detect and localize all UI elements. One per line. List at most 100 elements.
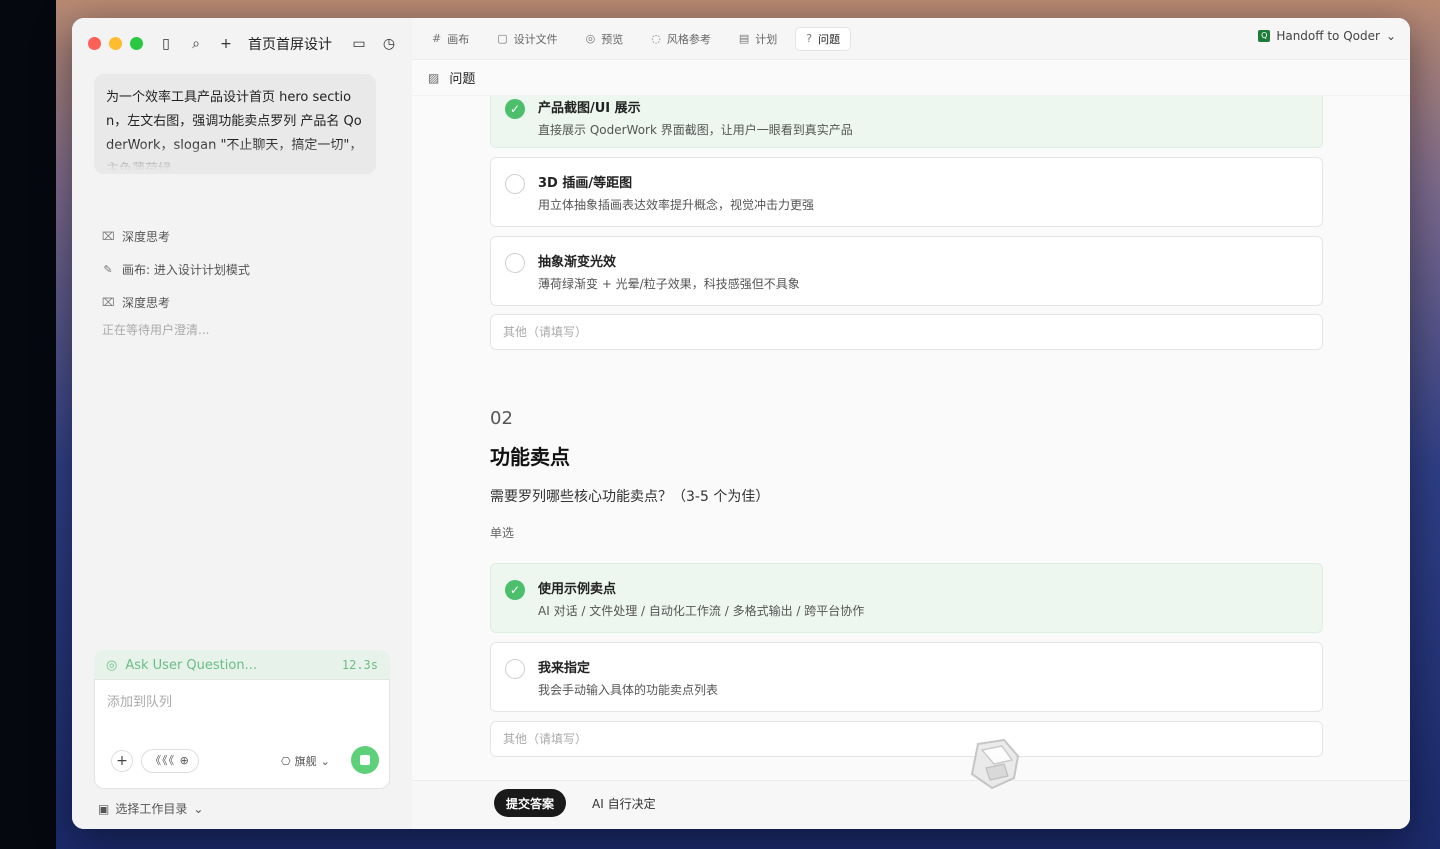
radio-button[interactable] bbox=[505, 253, 525, 273]
user-prompt-text: 为一个效率工具产品设计首页 hero section，左文右图，强调功能卖点罗列… bbox=[106, 90, 363, 174]
queue-input[interactable] bbox=[107, 690, 377, 714]
maximize-window-button[interactable] bbox=[130, 37, 143, 50]
option-title: 使用示例卖点 bbox=[538, 582, 617, 597]
tab-label: 预览 bbox=[601, 32, 624, 46]
step-item[interactable]: ✎ 画布: 进入设计计划模式 bbox=[102, 253, 372, 286]
tab-label: 问题 bbox=[818, 32, 841, 46]
palette-icon: ◌ bbox=[651, 32, 661, 45]
chevron-down-icon: ⌄ bbox=[320, 754, 330, 768]
stop-button[interactable] bbox=[351, 746, 379, 774]
window-controls bbox=[88, 37, 143, 50]
selection-mode: 单选 bbox=[490, 526, 515, 540]
comment-icon: ▨ bbox=[428, 70, 440, 85]
minimize-window-button[interactable] bbox=[109, 37, 122, 50]
book-icon[interactable]: ▭ bbox=[351, 32, 367, 56]
agent-steps: ⌧ 深度思考 ✎ 画布: 进入设计计划模式 ⌧ 深度思考 bbox=[102, 220, 372, 319]
brush-icon: ✎ bbox=[103, 263, 113, 276]
app-window: ▯ ⌕ + 首页首屏设计 ▭ ◷ 为一个效率工具产品设计首页 hero sect… bbox=[72, 18, 1410, 829]
option-desc: 薄荷绿渐变 + 光晕/粒子效果，科技感强但不具象 bbox=[538, 277, 800, 291]
preview-icon: ◎ bbox=[585, 32, 596, 45]
tab-preview[interactable]: ◎ 预览 bbox=[576, 27, 634, 51]
check-icon: ✓ bbox=[505, 580, 525, 600]
radio-button[interactable] bbox=[505, 659, 525, 679]
question-number: 02 bbox=[490, 408, 513, 429]
option-title: 抽象渐变光效 bbox=[538, 255, 617, 270]
tab-canvas[interactable]: # 画布 bbox=[422, 27, 479, 51]
step-item[interactable]: ⌧ 深度思考 bbox=[102, 286, 372, 319]
thinking-icon: ⌧ bbox=[102, 296, 115, 309]
option-title: 我来指定 bbox=[538, 661, 591, 676]
model-icon: ⎔ bbox=[281, 754, 291, 768]
question-title: 功能卖点 bbox=[490, 445, 570, 469]
new-chat-icon[interactable]: + bbox=[218, 32, 234, 56]
tab-bar: # 画布 ▢ 设计文件 ◎ 预览 ◌ 风格参考 ▤ 计划 ? 问题 Q Handoff to… bbox=[412, 18, 1410, 60]
tab-label: 画布 bbox=[447, 32, 470, 46]
other-input[interactable] bbox=[490, 314, 1323, 350]
option-title: 3D 插画/等距图 bbox=[538, 176, 633, 191]
questions-content: ✓ 产品截图/UI 展示 直接展示 QoderWork 界面截图，让用户一眼看到… bbox=[412, 96, 1410, 780]
question-icon: ? bbox=[806, 32, 813, 45]
cursor-icon bbox=[970, 738, 1020, 790]
submit-answers-button[interactable]: 提交答案 bbox=[494, 789, 567, 817]
ai-decide-button[interactable]: AI 自行决定 bbox=[584, 789, 664, 817]
main-panel: # 画布 ▢ 设计文件 ◎ 预览 ◌ 风格参考 ▤ 计划 ? 问题 Q Handoff to… bbox=[412, 18, 1410, 829]
step-label: 画布: 进入设计计划模式 bbox=[122, 263, 250, 277]
option-card[interactable]: ✓ 使用示例卖点 AI 对话 / 文件处理 / 自动化工作流 / 多格式输出 /… bbox=[490, 563, 1323, 633]
handoff-label: Handoff to Qoder bbox=[1276, 29, 1380, 43]
sidebar: ▯ ⌕ + 首页首屏设计 ▭ ◷ 为一个效率工具产品设计首页 hero sect… bbox=[72, 18, 407, 829]
tab-style-reference[interactable]: ◌ 风格参考 bbox=[641, 27, 721, 51]
hash-icon: # bbox=[432, 32, 442, 45]
workdir-label: 选择工作目录 bbox=[115, 802, 188, 816]
step-label: 深度思考 bbox=[122, 230, 171, 244]
step-label: 深度思考 bbox=[122, 296, 171, 310]
option-card[interactable]: 我来指定 我会手动输入具体的功能卖点列表 bbox=[490, 642, 1323, 712]
handoff-button[interactable]: Q Handoff to Qoder ⌄ bbox=[1258, 29, 1396, 43]
option-title: 产品截图/UI 展示 bbox=[538, 101, 641, 116]
radio-button[interactable] bbox=[505, 174, 525, 194]
tab-label: 计划 bbox=[755, 32, 778, 46]
other-input[interactable] bbox=[490, 721, 1323, 757]
step-item[interactable]: ⌧ 深度思考 bbox=[102, 220, 372, 253]
qoder-logo-icon: Q bbox=[1258, 30, 1271, 42]
clipboard-icon: ▤ bbox=[738, 32, 750, 45]
desktop-edge bbox=[0, 0, 56, 849]
close-window-button[interactable] bbox=[88, 37, 101, 50]
waiting-status: 正在等待用户澄清... bbox=[102, 323, 210, 337]
chevron-down-icon: ⌄ bbox=[193, 801, 204, 816]
sidebar-toolbar: ▯ ⌕ + 首页首屏设计 ▭ ◷ bbox=[158, 32, 397, 56]
stop-icon bbox=[360, 755, 370, 765]
model-selector[interactable]: ⎔ 旗舰 ⌄ bbox=[281, 753, 330, 769]
search-icon[interactable]: ⌕ bbox=[188, 32, 204, 56]
tab-plan[interactable]: ▤ 计划 bbox=[729, 27, 787, 51]
tool-status-time: 12.3s bbox=[341, 658, 378, 672]
composer: + 《《《 ⊕ ⎔ 旗舰 ⌄ bbox=[94, 679, 390, 789]
option-card[interactable]: 3D 插画/等距图 用立体抽象插画表达效率提升概念，视觉冲击力更强 bbox=[490, 157, 1323, 227]
user-prompt-card: 为一个效率工具产品设计首页 hero section，左文右图，强调功能卖点罗列… bbox=[94, 74, 376, 174]
session-title: 首页首屏设计 bbox=[248, 37, 332, 53]
thinking-icon: ⌧ bbox=[102, 230, 115, 243]
answer-footer: 提交答案 AI 自行决定 bbox=[412, 780, 1410, 829]
folder-icon: ▣ bbox=[98, 801, 110, 816]
sidebar-toggle-icon[interactable]: ▯ bbox=[158, 32, 174, 56]
panel-title: 问题 bbox=[449, 72, 476, 87]
question-text: 需要罗列哪些核心功能卖点？（3-5 个为佳） bbox=[490, 489, 770, 505]
file-icon: ▢ bbox=[497, 32, 508, 45]
tab-questions[interactable]: ? 问题 bbox=[795, 26, 852, 51]
option-desc: 我会手动输入具体的功能卖点列表 bbox=[538, 683, 719, 697]
panel-header: ▨ 问题 bbox=[412, 60, 1410, 96]
tools-pill[interactable]: 《《《 ⊕ bbox=[141, 749, 199, 773]
option-desc: 直接展示 QoderWork 界面截图，让用户一眼看到真实产品 bbox=[538, 123, 853, 137]
model-label: 旗舰 bbox=[294, 755, 317, 768]
add-attachment-button[interactable]: + bbox=[111, 750, 133, 772]
tab-label: 风格参考 bbox=[666, 32, 711, 46]
option-card[interactable]: ✓ 产品截图/UI 展示 直接展示 QoderWork 界面截图，让用户一眼看到… bbox=[490, 96, 1323, 148]
option-desc: AI 对话 / 文件处理 / 自动化工作流 / 多格式输出 / 跨平台协作 bbox=[538, 604, 865, 618]
option-card[interactable]: 抽象渐变光效 薄荷绿渐变 + 光晕/粒子效果，科技感强但不具象 bbox=[490, 236, 1323, 306]
workdir-selector[interactable]: ▣ 选择工作目录 ⌄ bbox=[98, 800, 203, 817]
option-desc: 用立体抽象插画表达效率提升概念，视觉冲击力更强 bbox=[538, 198, 815, 212]
check-icon: ✓ bbox=[505, 99, 525, 119]
tab-design-files[interactable]: ▢ 设计文件 bbox=[487, 27, 567, 51]
history-icon[interactable]: ◷ bbox=[381, 32, 397, 56]
tool-status-label: Ask User Question... bbox=[125, 657, 257, 673]
tab-label: 设计文件 bbox=[513, 32, 558, 46]
